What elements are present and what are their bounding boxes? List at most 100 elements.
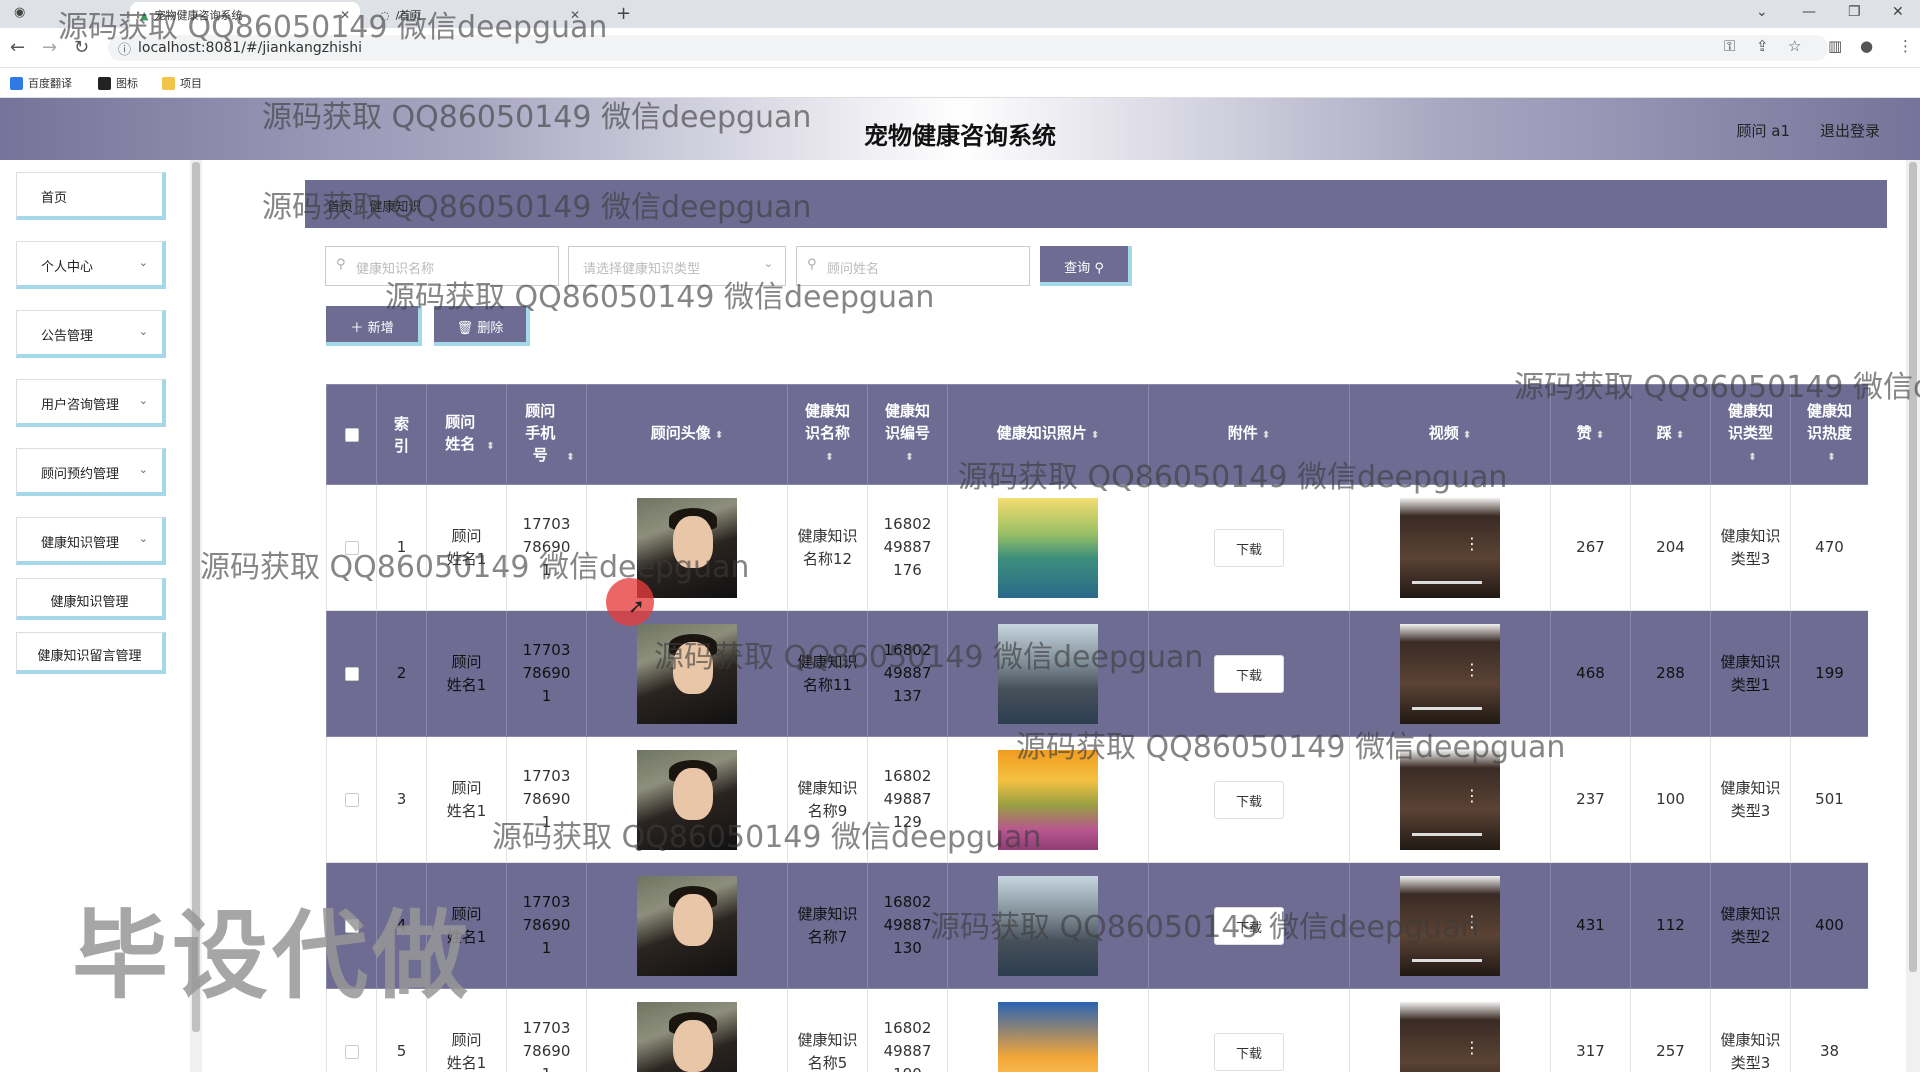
bookmark-baidu-translate[interactable]: 百度翻译 (10, 75, 72, 91)
col-video[interactable]: 视频 ⬍ (1349, 384, 1551, 485)
advisor-name-search-input[interactable]: ⚲ 顾问姓名 (796, 246, 1030, 286)
select-all-checkbox[interactable] (344, 428, 359, 442)
tab-close-icon[interactable]: ✕ (340, 8, 350, 22)
breadcrumb-home[interactable]: 首页 (327, 200, 353, 215)
forward-arrow-icon[interactable]: → (42, 37, 57, 58)
video-progress-bar[interactable] (1412, 706, 1482, 710)
side-panel-icon[interactable]: ▥ (1828, 37, 1842, 55)
sidebar-item-announcements[interactable]: 公告管理 ⌄ (16, 310, 166, 358)
col-knowledge-code[interactable]: 健康知识编号 ⬍ (867, 384, 948, 485)
video-player[interactable]: ⋮ (1400, 1001, 1500, 1072)
video-progress-bar[interactable] (1412, 958, 1482, 962)
sidebar-item-home[interactable]: 首页 (16, 172, 166, 220)
download-button[interactable]: 下载 (1214, 654, 1284, 693)
col-advisor-name[interactable]: 顾问姓名 ⬍ (426, 384, 507, 485)
download-button[interactable]: 下载 (1214, 906, 1284, 945)
sort-icon[interactable]: ⬍ (486, 441, 494, 452)
video-more-icon[interactable]: ⋮ (1464, 910, 1480, 933)
row-checkbox[interactable] (344, 918, 359, 933)
video-progress-bar[interactable] (1412, 832, 1482, 836)
video-more-icon[interactable]: ⋮ (1464, 1036, 1480, 1059)
knowledge-type-select[interactable]: 请选择健康知识类型 ⌄ (568, 246, 786, 286)
sort-icon[interactable]: ⬍ (1463, 430, 1471, 441)
knowledge-photo-image[interactable] (998, 497, 1098, 598)
table-row[interactable]: 5 顾问姓名1 17703786901 健康知识名称5 1680249887190 下载 ⋮… (326, 988, 1868, 1072)
sidebar-item-user-consults[interactable]: 用户咨询管理 ⌄ (16, 379, 166, 427)
download-button[interactable]: 下载 (1214, 1032, 1284, 1071)
tab-list-chevron-icon[interactable]: ⌄ (1756, 4, 1768, 20)
row-checkbox[interactable] (344, 792, 359, 807)
scrollbar-thumb[interactable] (192, 162, 200, 1032)
maximize-button[interactable]: ❐ (1848, 4, 1861, 20)
sidebar-scrollbar[interactable] (190, 160, 202, 1072)
col-knowledge-heat[interactable]: 健康知识热度 ⬍ (1790, 384, 1868, 485)
table-row[interactable]: 4 顾问姓名1 17703786901 健康知识名称7 1680249887130 下载 ⋮… (326, 862, 1868, 989)
table-row[interactable]: 2 顾问姓名1 17703786901 健康知识名称11 1680249887137 下载… (326, 610, 1868, 737)
bookmark-icons[interactable]: 图标 (98, 75, 138, 91)
advisor-avatar-image[interactable] (637, 875, 737, 976)
row-checkbox[interactable] (344, 666, 359, 681)
address-input[interactable]: ⓘ localhost:8081/#/jiankangzhishi (108, 35, 1828, 61)
password-key-icon[interactable]: ⚿ (1724, 37, 1735, 55)
sort-icon[interactable]: ⬍ (1596, 430, 1604, 441)
query-button[interactable]: 查询 ⚲ (1040, 246, 1132, 286)
sort-icon[interactable]: ⬍ (566, 452, 574, 463)
sidebar-item-health-knowledge[interactable]: 健康知识管理 ⌄ (16, 517, 166, 565)
advisor-avatar-image[interactable] (637, 623, 737, 724)
video-more-icon[interactable]: ⋮ (1464, 658, 1480, 681)
add-button[interactable]: ＋ 新增 (326, 306, 422, 346)
advisor-avatar-image[interactable] (637, 749, 737, 850)
col-advisor-avatar[interactable]: 顾问头像 ⬍ (586, 384, 788, 485)
advisor-avatar-image[interactable] (637, 497, 737, 598)
sort-icon[interactable]: ⬍ (1262, 430, 1270, 441)
knowledge-photo-image[interactable] (998, 749, 1098, 850)
browser-tab-active[interactable]: ▲ 宠物健康咨询系统 ✕ (130, 2, 360, 28)
row-checkbox[interactable] (344, 540, 359, 555)
close-window-button[interactable]: ✕ (1892, 4, 1904, 20)
knowledge-photo-image[interactable] (998, 1001, 1098, 1072)
video-player[interactable]: ⋮ (1400, 497, 1500, 598)
table-row[interactable]: 1 顾问姓名1 17703786901 健康知识名称12 1680249887176 下载… (326, 484, 1868, 611)
video-player[interactable]: ⋮ (1400, 623, 1500, 724)
browser-tab-2[interactable]: ◌ /首页 ✕ (370, 2, 590, 28)
browser-menu-icon[interactable]: ◉ (14, 5, 25, 20)
col-dislikes[interactable]: 踩 ⬍ (1630, 384, 1711, 485)
reload-icon[interactable]: ↻ (74, 37, 89, 58)
profile-avatar-icon[interactable]: ● (1860, 37, 1873, 55)
col-knowledge-photo[interactable]: 健康知识照片 ⬍ (947, 384, 1149, 485)
delete-button[interactable]: 🗑 删除 (434, 306, 530, 346)
browser-more-icon[interactable]: ⋮ (1898, 37, 1913, 55)
logout-link[interactable]: 退出登录 (1820, 120, 1880, 141)
col-knowledge-name[interactable]: 健康知识名称 ⬍ (787, 384, 868, 485)
table-row[interactable]: 3 顾问姓名1 17703786901 健康知识名称9 1680249887129 下载 ⋮… (326, 736, 1868, 863)
sidebar-subitem-health-knowledge[interactable]: 健康知识管理 (16, 578, 166, 620)
col-attachment[interactable]: 附件 ⬍ (1148, 384, 1350, 485)
bookmark-star-icon[interactable]: ☆ (1788, 37, 1801, 55)
video-player[interactable]: ⋮ (1400, 875, 1500, 976)
sort-icon[interactable]: ⬍ (1827, 452, 1835, 463)
new-tab-button[interactable]: + (616, 3, 631, 24)
video-more-icon[interactable]: ⋮ (1464, 532, 1480, 555)
scrollbar-thumb[interactable] (1909, 162, 1917, 972)
sort-icon[interactable]: ⬍ (825, 452, 833, 463)
sidebar-subitem-knowledge-comments[interactable]: 健康知识留言管理 (16, 632, 166, 674)
share-icon[interactable]: ⇪ (1756, 37, 1769, 55)
sidebar-item-advisor-appointments[interactable]: 顾问预约管理 ⌄ (16, 448, 166, 496)
tab2-close-icon[interactable]: ✕ (570, 8, 580, 22)
col-advisor-phone[interactable]: 顾问手机号 ⬍ (506, 384, 587, 485)
advisor-avatar-image[interactable] (637, 1001, 737, 1072)
row-checkbox[interactable] (344, 1044, 359, 1059)
video-player[interactable]: ⋮ (1400, 749, 1500, 850)
sort-icon[interactable]: ⬍ (1091, 430, 1099, 441)
sort-icon[interactable]: ⬍ (905, 452, 913, 463)
sort-icon[interactable]: ⬍ (1748, 452, 1756, 463)
knowledge-photo-image[interactable] (998, 623, 1098, 724)
col-knowledge-type[interactable]: 健康知识类型 ⬍ (1710, 384, 1791, 485)
sidebar-item-personal-center[interactable]: 个人中心 ⌄ (16, 241, 166, 289)
video-more-icon[interactable]: ⋮ (1464, 784, 1480, 807)
bookmark-folder-project[interactable]: 项目 (162, 75, 202, 91)
col-likes[interactable]: 赞 ⬍ (1550, 384, 1631, 485)
knowledge-photo-image[interactable] (998, 875, 1098, 976)
download-button[interactable]: 下载 (1214, 780, 1284, 819)
video-progress-bar[interactable] (1412, 580, 1482, 584)
